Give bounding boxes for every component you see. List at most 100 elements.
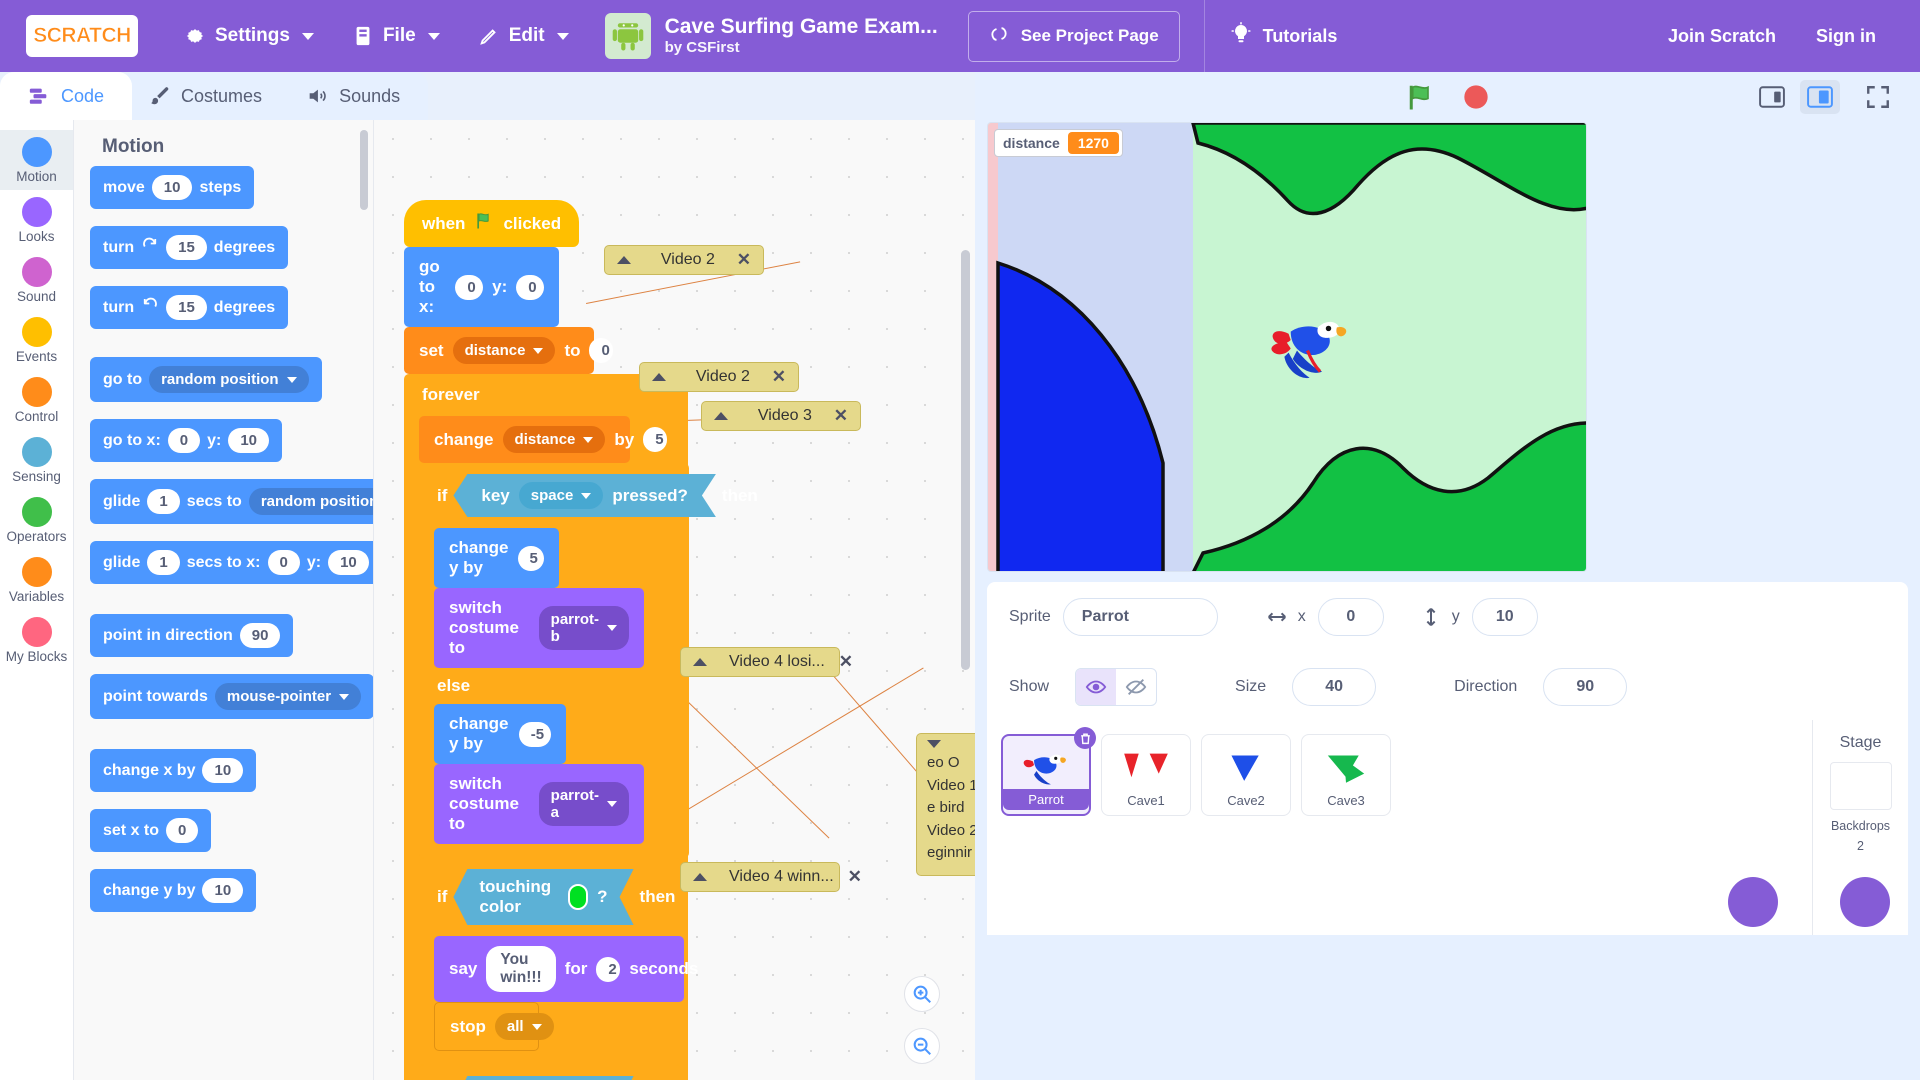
comment-video-2-top[interactable]: Video 2 ✕ bbox=[604, 245, 764, 275]
block-switch-costume-b[interactable]: switch costume to parrot-b bbox=[434, 588, 644, 668]
menu-file[interactable]: File bbox=[340, 17, 452, 55]
expand-triangle-icon[interactable] bbox=[927, 740, 941, 748]
zoom-in-button[interactable] bbox=[904, 976, 940, 1012]
stop-dropdown[interactable]: all bbox=[494, 1013, 554, 1040]
category-motion[interactable]: Motion bbox=[0, 130, 73, 190]
close-icon[interactable]: ✕ bbox=[839, 652, 853, 672]
set-variable-dropdown[interactable]: distance bbox=[452, 337, 556, 364]
palette-block-turn-left[interactable]: turn 15 degrees bbox=[90, 286, 373, 329]
palette-block-change-y-by[interactable]: change y by 10 bbox=[90, 869, 373, 912]
go-to-x-input[interactable]: 0 bbox=[455, 274, 484, 300]
block-change-variable[interactable]: change distance by 5 bbox=[419, 416, 668, 463]
canvas-scrollbar-vertical[interactable] bbox=[961, 250, 970, 670]
tutorials-button[interactable]: Tutorials bbox=[1229, 21, 1337, 51]
sign-in-button[interactable]: Sign in bbox=[1816, 26, 1876, 47]
palette-block-glide-to[interactable]: glide 1 secs to random position bbox=[90, 479, 373, 524]
block-input-x[interactable]: 0 bbox=[167, 428, 201, 453]
close-icon[interactable]: ✕ bbox=[848, 867, 862, 887]
comment-video-2[interactable]: Video 2 ✕ bbox=[639, 362, 799, 392]
tab-costumes[interactable]: Costumes bbox=[120, 72, 291, 120]
category-looks[interactable]: Looks bbox=[0, 190, 73, 250]
sprite-card-cave1[interactable]: Cave1 bbox=[1101, 734, 1191, 816]
category-operators[interactable]: Operators bbox=[0, 490, 73, 550]
change-y-value[interactable]: -5 bbox=[518, 721, 551, 747]
block-if-touching-green[interactable]: if touching color ? then say You win!!! … bbox=[419, 858, 698, 1065]
menu-edit[interactable]: Edit bbox=[466, 17, 581, 55]
stage-selector[interactable]: Stage Backdrops 2 bbox=[1812, 720, 1908, 935]
palette-block-move[interactable]: move 10 steps bbox=[90, 166, 373, 209]
stop-button[interactable] bbox=[1459, 80, 1493, 114]
category-sensing[interactable]: Sensing bbox=[0, 430, 73, 490]
block-stop-all[interactable]: stop all bbox=[434, 1002, 554, 1051]
block-switch-costume-a[interactable]: switch costume to parrot-a bbox=[434, 764, 644, 844]
zoom-out-button[interactable] bbox=[904, 1028, 940, 1064]
stage-canvas[interactable]: distance 1270 bbox=[987, 122, 1587, 572]
collapse-triangle-icon[interactable] bbox=[693, 658, 707, 666]
collapse-triangle-icon[interactable] bbox=[693, 873, 707, 881]
add-sprite-button[interactable] bbox=[1728, 877, 1778, 927]
see-project-page-button[interactable]: See Project Page bbox=[967, 10, 1180, 62]
size-input[interactable]: 40 bbox=[1292, 668, 1377, 706]
sprite-card-parrot[interactable]: Parrot bbox=[1001, 727, 1096, 816]
category-sound[interactable]: Sound bbox=[0, 250, 73, 310]
scratch-logo[interactable]: SCRATCH bbox=[26, 15, 138, 57]
block-forever[interactable]: forever change distance by 5 if key spac… bbox=[404, 374, 758, 1080]
palette-block-go-to-xy[interactable]: go to x: 0 y: 10 bbox=[90, 419, 373, 462]
costume-dropdown[interactable]: parrot-b bbox=[538, 606, 629, 650]
palette-block-go-to[interactable]: go to random position bbox=[90, 357, 373, 402]
close-icon[interactable]: ✕ bbox=[772, 367, 786, 387]
palette-block-turn-right[interactable]: turn 15 degrees bbox=[90, 226, 373, 269]
block-say-win[interactable]: say You win!!! for 2 seconds bbox=[434, 936, 698, 1002]
block-change-y-down[interactable]: change y by -5 bbox=[434, 704, 566, 764]
block-when-flag-clicked[interactable]: when clicked bbox=[404, 200, 580, 247]
tab-code[interactable]: Code bbox=[0, 72, 133, 120]
block-touching-color-green[interactable]: touching color ? bbox=[453, 869, 633, 925]
menu-settings[interactable]: Settings bbox=[172, 17, 326, 55]
block-dropdown[interactable]: mouse-pointer bbox=[214, 683, 362, 710]
set-variable-value[interactable]: 0 bbox=[589, 338, 614, 363]
palette-block-point-towards[interactable]: point towards mouse-pointer bbox=[90, 674, 373, 719]
sprite-card-cave3[interactable]: Cave3 bbox=[1301, 734, 1391, 816]
comment-expanded-video-list[interactable]: eo O Video 1: e bird Video 2: eginnir bbox=[916, 733, 975, 876]
block-input[interactable]: 15 bbox=[166, 235, 207, 260]
comment-video-3[interactable]: Video 3 ✕ bbox=[701, 401, 861, 431]
collapse-triangle-icon[interactable] bbox=[652, 373, 666, 381]
sprite-card-cave2[interactable]: Cave2 bbox=[1201, 734, 1291, 816]
block-go-to-xy[interactable]: go to x: 0 y: 0 bbox=[404, 247, 559, 327]
palette-block-set-x-to[interactable]: set x to 0 bbox=[90, 809, 373, 852]
block-input[interactable]: 10 bbox=[202, 758, 244, 783]
say-text-input[interactable]: You win!!! bbox=[486, 946, 556, 992]
delete-sprite-button[interactable] bbox=[1074, 727, 1096, 749]
tab-sounds[interactable]: Sounds bbox=[278, 72, 429, 120]
go-to-y-input[interactable]: 0 bbox=[516, 274, 545, 300]
costume-dropdown[interactable]: parrot-a bbox=[538, 782, 629, 826]
category-events[interactable]: Events bbox=[0, 310, 73, 370]
block-input[interactable]: 1 bbox=[147, 489, 180, 514]
change-y-value[interactable]: 5 bbox=[517, 545, 544, 571]
change-variable-value[interactable]: 5 bbox=[643, 427, 668, 452]
block-input-x[interactable]: 0 bbox=[267, 550, 300, 575]
category-my-blocks[interactable]: My Blocks bbox=[0, 610, 73, 670]
block-if-else-key[interactable]: if key space pressed? then change y by 5… bbox=[419, 463, 758, 858]
block-input-y[interactable]: 10 bbox=[228, 428, 270, 453]
close-icon[interactable]: ✕ bbox=[834, 406, 848, 426]
block-touching-color-black[interactable]: touching color ? bbox=[453, 1076, 633, 1080]
join-scratch-button[interactable]: Join Scratch bbox=[1668, 26, 1776, 47]
key-dropdown[interactable]: space bbox=[519, 482, 604, 509]
palette-block-point-in-direction[interactable]: point in direction 90 bbox=[90, 614, 373, 657]
script-canvas[interactable]: when clicked go to x: 0 y: 0 set distanc… bbox=[374, 120, 975, 1080]
color-swatch-green[interactable] bbox=[568, 884, 588, 910]
category-control[interactable]: Control bbox=[0, 370, 73, 430]
palette-block-change-x-by[interactable]: change x by 10 bbox=[90, 749, 373, 792]
y-input[interactable]: 10 bbox=[1471, 598, 1538, 636]
block-input[interactable]: 10 bbox=[202, 878, 244, 903]
block-input[interactable]: 90 bbox=[239, 623, 281, 648]
block-input[interactable]: 0 bbox=[166, 818, 199, 843]
show-visible-button[interactable] bbox=[1076, 669, 1117, 705]
block-change-y-up[interactable]: change y by 5 bbox=[434, 528, 559, 588]
show-hidden-button[interactable] bbox=[1116, 669, 1156, 705]
add-backdrop-button[interactable] bbox=[1840, 877, 1890, 927]
block-input[interactable]: 1 bbox=[147, 550, 180, 575]
block-input[interactable]: 15 bbox=[166, 295, 207, 320]
x-input[interactable]: 0 bbox=[1317, 598, 1384, 636]
